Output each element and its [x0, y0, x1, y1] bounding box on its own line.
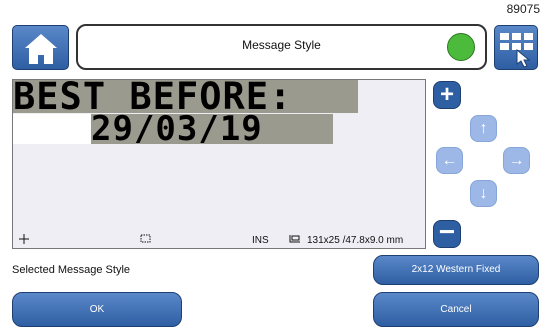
move-left-button[interactable]: ←	[436, 147, 463, 174]
zoom-in-button[interactable]: +	[433, 81, 461, 109]
home-icon	[25, 34, 57, 64]
message-editor[interactable]: BEST BEFORE: 29/03/19 INS 131x25 /47.8x9…	[12, 79, 426, 249]
message-size-icon	[289, 235, 300, 243]
message-line-2-row[interactable]: 29/03/19	[13, 112, 333, 146]
zoom-out-button[interactable]: −	[433, 218, 461, 248]
plus-icon: +	[439, 81, 454, 108]
cursor-move-icon	[19, 234, 29, 244]
move-down-button[interactable]: ↓	[470, 180, 497, 207]
selected-style-label: Selected Message Style	[12, 264, 131, 276]
move-up-button[interactable]: ↑	[470, 115, 497, 142]
home-button[interactable]	[12, 25, 69, 70]
ok-button[interactable]: OK	[12, 292, 182, 327]
cancel-button[interactable]: Cancel	[373, 292, 539, 327]
frame-icon	[140, 234, 151, 243]
keyboard-button[interactable]	[494, 25, 538, 70]
arrow-down-icon: ↓	[479, 185, 488, 202]
page-title: Message Style	[242, 38, 321, 52]
arrow-left-icon: ←	[441, 152, 458, 169]
insert-mode-label: INS	[252, 235, 269, 246]
serial-number: 89075	[506, 2, 540, 16]
keyboard-icon	[500, 33, 533, 68]
arrow-up-icon: ↑	[479, 120, 488, 137]
message-size-label: 131x25 /47.8x9.0 mm	[307, 235, 404, 246]
message-line-2[interactable]: 29/03/19	[91, 112, 333, 146]
status-led-icon	[447, 33, 475, 61]
move-right-button[interactable]: →	[503, 147, 530, 174]
minus-icon: −	[438, 216, 456, 247]
editor-status-bar: INS 131x25 /47.8x9.0 mm	[13, 233, 425, 248]
title-bar: Message Style	[76, 24, 487, 70]
message-style-select[interactable]: 2x12 Western Fixed	[373, 255, 539, 285]
arrow-right-icon: →	[508, 152, 525, 169]
